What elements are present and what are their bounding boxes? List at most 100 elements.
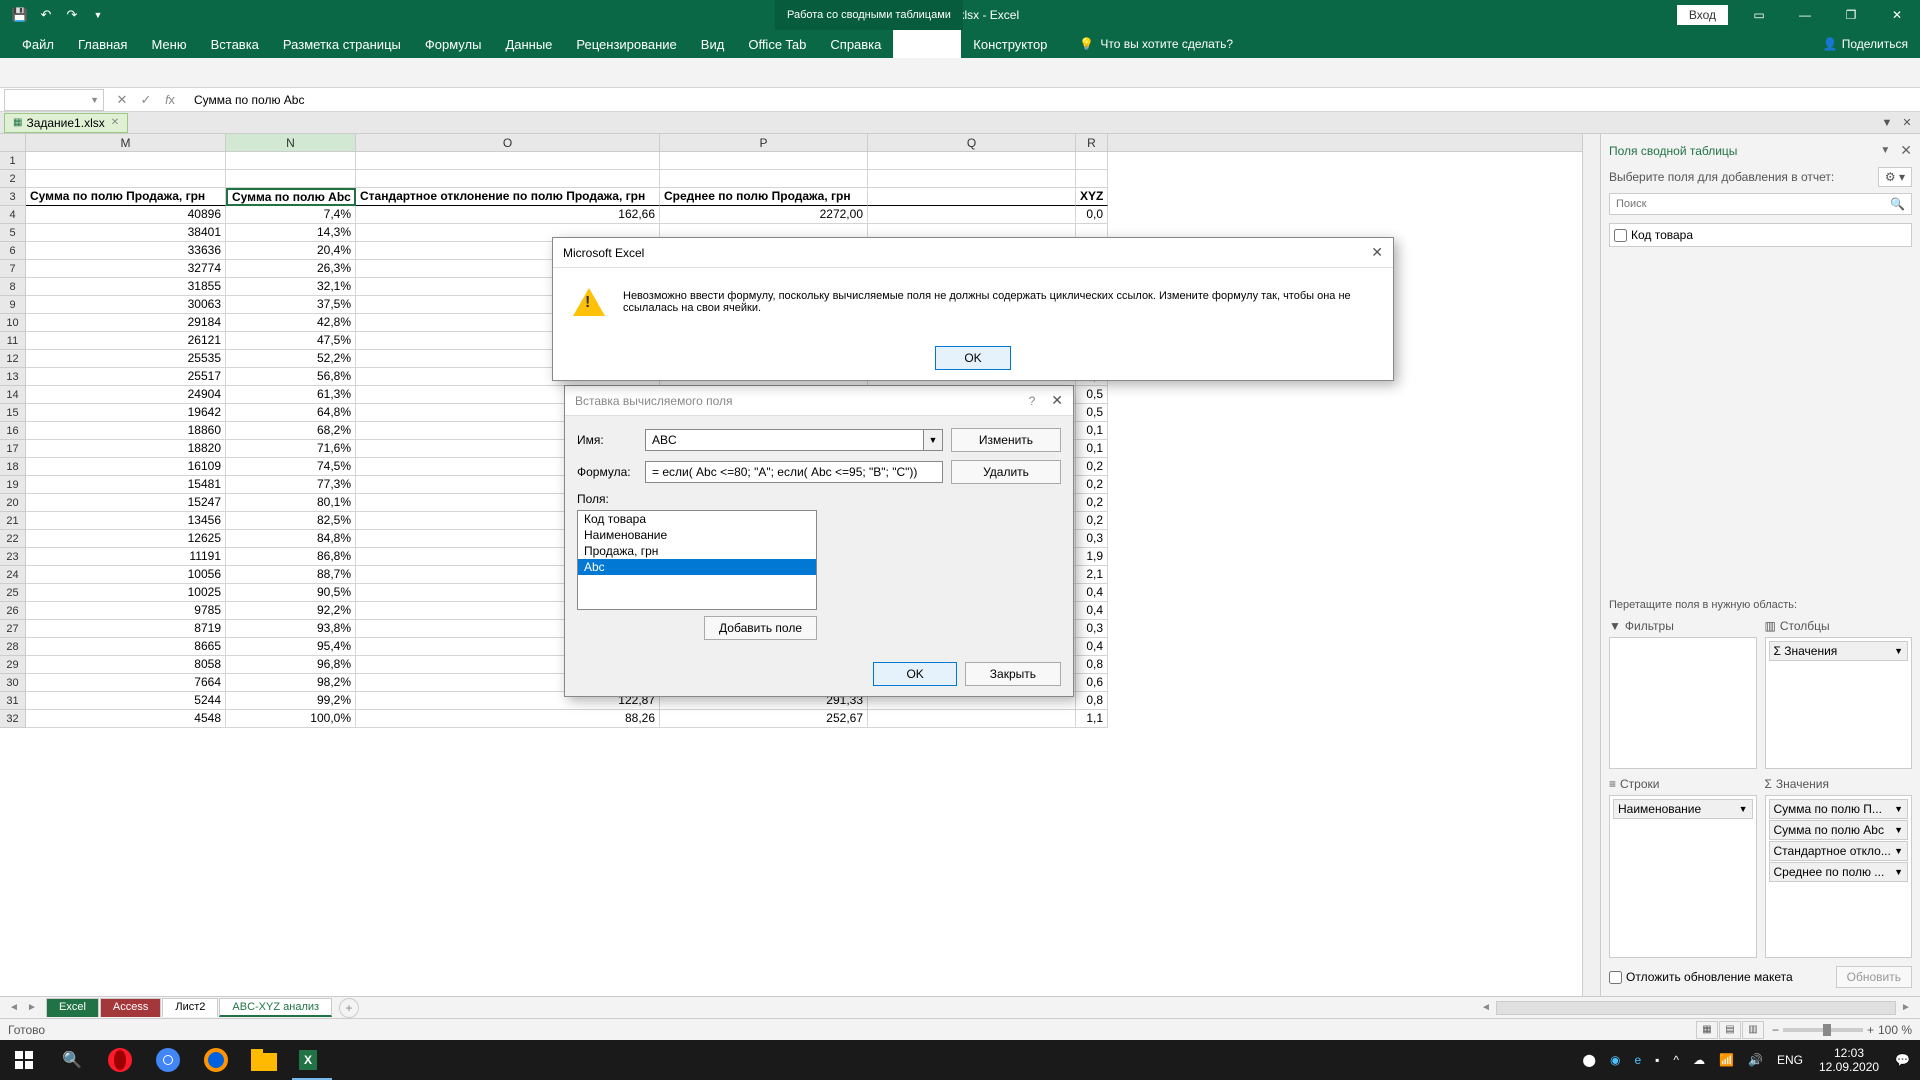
cell[interactable]: 26,3% (226, 260, 356, 278)
sheet-tab[interactable]: Access (100, 998, 161, 1017)
qat-dropdown-icon[interactable]: ▼ (86, 3, 110, 27)
cell[interactable]: 100,0% (226, 710, 356, 728)
opera-icon[interactable] (96, 1040, 144, 1080)
row-header[interactable]: 14 (0, 386, 26, 404)
ribbon-tab-данные[interactable]: Данные (493, 30, 564, 58)
cell[interactable]: 8719 (26, 620, 226, 638)
close-button[interactable]: Закрыть (965, 662, 1061, 686)
cell[interactable] (26, 152, 226, 170)
volume-icon[interactable]: 🔊 (1742, 1053, 1769, 1067)
doc-tab-dropdown-icon[interactable]: ▼ (1878, 114, 1896, 132)
ribbon-tab-главная[interactable]: Главная (66, 30, 139, 58)
row-header[interactable]: 30 (0, 674, 26, 692)
ok-button[interactable]: OK (873, 662, 956, 686)
column-header[interactable]: Q (868, 134, 1076, 151)
ribbon-tab-меню[interactable]: Меню (139, 30, 198, 58)
defer-update-checkbox[interactable]: Отложить обновление макета (1609, 970, 1793, 984)
cell[interactable]: 1,1 (1076, 710, 1108, 728)
sheet-tab[interactable]: ABC-XYZ анализ (219, 998, 332, 1017)
fields-listbox[interactable]: Код товараНаименованиеПродажа, грнAbc (577, 510, 817, 610)
cell[interactable]: 252,67 (660, 710, 868, 728)
field-checkbox[interactable] (1614, 229, 1627, 242)
row-header[interactable]: 28 (0, 638, 26, 656)
cell[interactable]: 12625 (26, 530, 226, 548)
column-header[interactable]: N (226, 134, 356, 151)
cell[interactable]: 19642 (26, 404, 226, 422)
hscroll-left-icon[interactable]: ◄ (1478, 1000, 1494, 1016)
formula-input[interactable] (645, 461, 943, 483)
delete-button[interactable]: Удалить (951, 460, 1061, 484)
ribbon-tab-анализ[interactable]: Анализ (893, 30, 961, 58)
filters-dropzone[interactable] (1609, 637, 1757, 769)
column-header[interactable]: R (1076, 134, 1108, 151)
row-header[interactable]: 29 (0, 656, 26, 674)
sheet-nav-prev-icon[interactable]: ◄ (6, 1000, 22, 1016)
cell[interactable]: 0,5 (1076, 386, 1108, 404)
vertical-scrollbar[interactable] (1582, 134, 1600, 996)
ribbon-tab-office tab[interactable]: Office Tab (736, 30, 818, 58)
row-header[interactable]: 13 (0, 368, 26, 386)
cell[interactable]: 0,2 (1076, 512, 1108, 530)
fx-icon[interactable]: fx (160, 90, 180, 110)
cell[interactable]: 0,4 (1076, 584, 1108, 602)
field-search[interactable]: 🔍 (1609, 193, 1912, 215)
sheet-tab[interactable]: Excel (46, 998, 99, 1017)
minimize-icon[interactable]: — (1782, 0, 1828, 30)
maximize-icon[interactable]: ❐ (1828, 0, 1874, 30)
cell[interactable]: 10025 (26, 584, 226, 602)
row-header[interactable]: 27 (0, 620, 26, 638)
cell[interactable] (226, 170, 356, 188)
save-icon[interactable]: 💾 (8, 3, 32, 27)
cell[interactable]: 52,2% (226, 350, 356, 368)
clock[interactable]: 12:0312.09.2020 (1811, 1046, 1887, 1074)
cell[interactable] (356, 152, 660, 170)
cell[interactable]: 11191 (26, 548, 226, 566)
row-header[interactable]: 6 (0, 242, 26, 260)
row-header[interactable]: 22 (0, 530, 26, 548)
cell[interactable]: Стандартное отклонение по полю Продажа, … (356, 188, 660, 206)
area-item[interactable]: Сумма по полю Abc▼ (1769, 820, 1909, 840)
sheet-tab[interactable]: Лист2 (162, 998, 218, 1017)
horizontal-scrollbar[interactable] (1496, 1001, 1896, 1015)
cell[interactable]: 56,8% (226, 368, 356, 386)
cell[interactable]: 0,8 (1076, 692, 1108, 710)
document-tab[interactable]: ▦ Задание1.xlsx ✕ (4, 113, 128, 133)
area-item[interactable]: Стандартное откло...▼ (1769, 841, 1909, 861)
normal-view-icon[interactable]: ▦ (1696, 1021, 1718, 1039)
cell[interactable]: 80,1% (226, 494, 356, 512)
cell[interactable]: 74,5% (226, 458, 356, 476)
notifications-icon[interactable]: 💬 (1889, 1053, 1916, 1067)
cell[interactable] (868, 710, 1076, 728)
cell[interactable]: 18860 (26, 422, 226, 440)
column-header[interactable]: M (26, 134, 226, 151)
row-header[interactable]: 15 (0, 404, 26, 422)
zoom-level[interactable]: 100 % (1878, 1023, 1912, 1037)
cell[interactable]: 18820 (26, 440, 226, 458)
cell[interactable]: 15247 (26, 494, 226, 512)
field-pane-gear-icon[interactable]: ⚙ ▾ (1878, 167, 1912, 187)
cell[interactable]: 0,1 (1076, 422, 1108, 440)
dialog-help-icon[interactable]: ? (1029, 394, 1036, 408)
column-header[interactable]: O (356, 134, 660, 151)
cell[interactable]: 0,2 (1076, 476, 1108, 494)
cell[interactable]: 0,5 (1076, 404, 1108, 422)
cell[interactable] (226, 152, 356, 170)
cell[interactable] (868, 188, 1076, 206)
cell[interactable]: 33636 (26, 242, 226, 260)
cancel-formula-icon[interactable]: ✕ (112, 90, 132, 110)
cell[interactable]: 40896 (26, 206, 226, 224)
cell[interactable] (26, 170, 226, 188)
cell[interactable]: 7664 (26, 674, 226, 692)
area-item[interactable]: Σ Значения▼ (1769, 641, 1909, 661)
row-header[interactable]: 8 (0, 278, 26, 296)
field-list-item[interactable]: Продажа, грн (578, 543, 816, 559)
excel-app-icon[interactable]: X (288, 1040, 336, 1080)
row-header[interactable]: 1 (0, 152, 26, 170)
cell[interactable]: 2,1 (1076, 566, 1108, 584)
cell[interactable] (660, 152, 868, 170)
zoom-slider[interactable] (1783, 1028, 1863, 1032)
page-break-icon[interactable]: ▥ (1742, 1021, 1764, 1039)
cell[interactable] (660, 170, 868, 188)
column-header[interactable]: P (660, 134, 868, 151)
tell-me-search[interactable]: 💡Что вы хотите сделать? (1079, 37, 1233, 51)
